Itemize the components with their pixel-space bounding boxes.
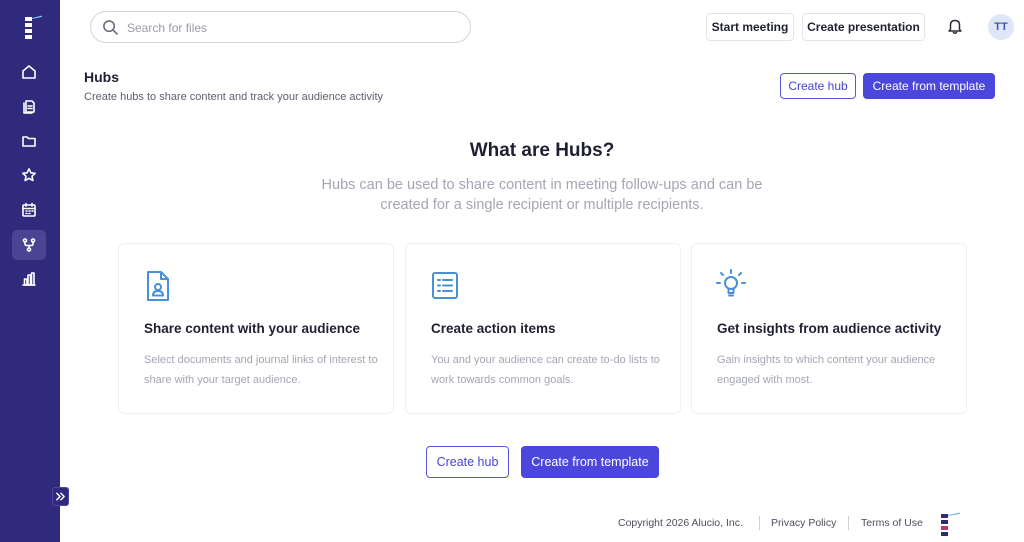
search-icon [103,20,118,35]
card-description: Gain insights to which content your audi… [717,354,936,386]
documents-icon [23,100,35,114]
nav-favorites[interactable] [12,160,46,190]
page-subtitle: Create hubs to share content and track y… [84,91,384,103]
hero-description: Hubs can be used to share content in mee… [321,177,763,213]
feature-card-insights: Get insights from audience activity Gain… [691,243,967,414]
search-input[interactable] [127,18,457,38]
start-meeting-button[interactable]: Start meeting [706,13,794,41]
star-icon [22,168,36,182]
checklist-icon [430,270,460,302]
search-bar[interactable] [90,11,471,43]
card-description: You and your audience can create to-do l… [431,354,660,386]
alucio-logo[interactable] [20,14,46,40]
hero-title: What are Hubs? [469,140,615,161]
header-create-hub-button[interactable]: Create hub [780,73,856,99]
header-create-from-template-button[interactable]: Create from template [863,73,995,99]
hubs-icon [22,238,36,252]
bell-icon [948,19,962,34]
privacy-policy-link[interactable]: Privacy Policy [771,517,836,529]
card-title: Share content with your audience [144,321,361,336]
expand-chevrons-icon [56,492,65,501]
feature-card-action-items: Create action items You and your audienc… [405,243,681,414]
sidebar-expand-button[interactable] [52,487,69,506]
create-hub-button[interactable]: Create hub [426,446,509,478]
page-title: Hubs [84,69,119,85]
terms-of-use-link[interactable]: Terms of Use [861,517,923,529]
card-title: Create action items [431,321,556,336]
nav-home[interactable] [12,57,46,87]
feature-card-share: Share content with your audience Select … [118,243,394,414]
nav-hubs[interactable] [12,230,46,260]
nav-analytics[interactable] [12,264,46,294]
create-presentation-button[interactable]: Create presentation [802,13,925,41]
user-avatar[interactable]: TT [988,14,1014,40]
footer-divider [848,516,849,530]
card-title: Get insights from audience activity [717,321,942,336]
alucio-footer-logo [941,512,960,536]
analytics-icon [22,272,36,286]
create-from-template-button[interactable]: Create from template [521,446,659,478]
sidebar [0,0,69,542]
home-icon [22,65,36,79]
card-description: Select documents and journal links of in… [144,354,378,386]
footer-copyright: Copyright 2026 Alucio, Inc. [618,517,743,529]
calendar-icon [22,202,36,217]
footer-divider [759,516,760,530]
lightbulb-icon [716,269,746,302]
app-root: Start meeting Create presentation TT Hub… [0,0,1024,542]
nav-calendar[interactable] [12,195,46,225]
nav-documents[interactable] [12,91,46,121]
document-person-icon [143,270,173,302]
notifications-button[interactable] [946,17,966,37]
